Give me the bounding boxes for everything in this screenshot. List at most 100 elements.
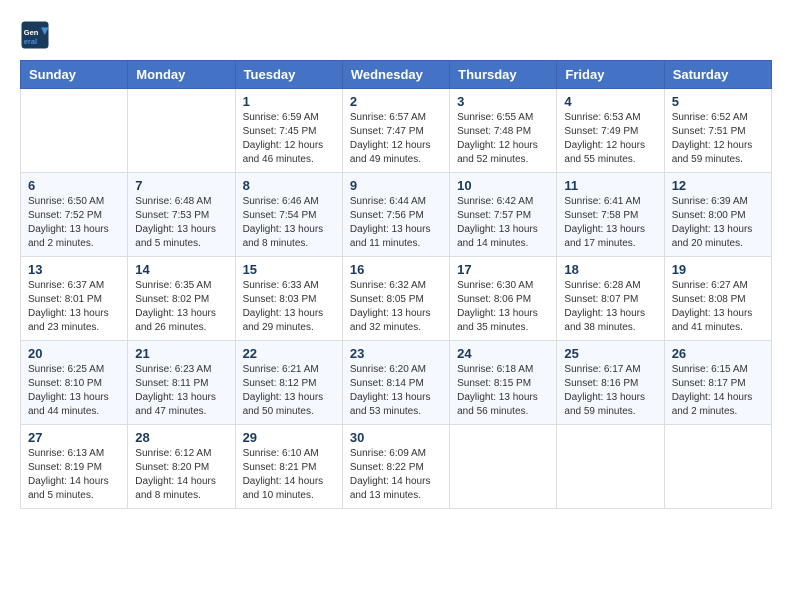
day-number: 20: [28, 346, 120, 361]
day-number: 14: [135, 262, 227, 277]
day-number: 23: [350, 346, 442, 361]
calendar-week-row: 1 Sunrise: 6:59 AM Sunset: 7:45 PM Daylig…: [21, 89, 772, 173]
logo-icon: Gen eral: [20, 20, 50, 50]
calendar-cell: 2 Sunrise: 6:57 AM Sunset: 7:47 PM Daylig…: [342, 89, 449, 173]
day-info: Sunrise: 6:42 AM Sunset: 7:57 PM Dayligh…: [457, 195, 549, 251]
weekday-header-monday: Monday: [128, 61, 235, 89]
day-info: Sunrise: 6:57 AM Sunset: 7:47 PM Dayligh…: [350, 111, 442, 167]
day-number: 19: [672, 262, 764, 277]
day-number: 26: [672, 346, 764, 361]
calendar-cell: 20Sunrise: 6:25 AM Sunset: 8:10 PM Dayli…: [21, 341, 128, 425]
day-info: Sunrise: 6:20 AM Sunset: 8:14 PM Dayligh…: [350, 363, 442, 419]
day-info: Sunrise: 6:27 AM Sunset: 8:08 PM Dayligh…: [672, 279, 764, 335]
calendar-cell: 18 Sunrise: 6:28 AM Sunset: 8:07 PM Dayli…: [557, 257, 664, 341]
day-number: 25: [564, 346, 656, 361]
day-number: 16: [350, 262, 442, 277]
day-info: Sunrise: 6:35 AM Sunset: 8:02 PM Dayligh…: [135, 279, 227, 335]
calendar-cell: 30 Sunrise: 6:09 AM Sunset: 8:22 PM Dayli…: [342, 425, 449, 509]
day-number: 11: [564, 178, 656, 193]
day-info: Sunrise: 6:17 AM Sunset: 8:16 PM Dayligh…: [564, 363, 656, 419]
day-number: 8: [243, 178, 335, 193]
calendar-cell: 6 Sunrise: 6:50 AM Sunset: 7:52 PM Daylig…: [21, 173, 128, 257]
calendar-cell: [557, 425, 664, 509]
calendar-cell: 27 Sunrise: 6:13 AM Sunset: 8:19 PM Dayli…: [21, 425, 128, 509]
calendar-cell: 24 Sunrise: 6:18 AM Sunset: 8:15 PM Dayli…: [450, 341, 557, 425]
svg-text:Gen: Gen: [24, 28, 39, 37]
day-info: Sunrise: 6:37 AM Sunset: 8:01 PM Dayligh…: [28, 279, 120, 335]
calendar-cell: 16 Sunrise: 6:32 AM Sunset: 8:05 PM Dayli…: [342, 257, 449, 341]
calendar-cell: 23 Sunrise: 6:20 AM Sunset: 8:14 PM Dayli…: [342, 341, 449, 425]
day-number: 21: [135, 346, 227, 361]
day-number: 2: [350, 94, 442, 109]
calendar-cell: 19 Sunrise: 6:27 AM Sunset: 8:08 PM Dayli…: [664, 257, 771, 341]
day-number: 18: [564, 262, 656, 277]
calendar-cell: 13 Sunrise: 6:37 AM Sunset: 8:01 PM Dayli…: [21, 257, 128, 341]
calendar-header-row: SundayMondayTuesdayWednesdayThursdayFrid…: [21, 61, 772, 89]
weekday-header-friday: Friday: [557, 61, 664, 89]
calendar-cell: [21, 89, 128, 173]
day-info: Sunrise: 6:53 AM Sunset: 7:49 PM Dayligh…: [564, 111, 656, 167]
calendar-cell: 17 Sunrise: 6:30 AM Sunset: 8:06 PM Dayli…: [450, 257, 557, 341]
weekday-header-wednesday: Wednesday: [342, 61, 449, 89]
calendar-cell: [128, 89, 235, 173]
day-info: Sunrise: 6:33 AM Sunset: 8:03 PM Dayligh…: [243, 279, 335, 335]
calendar-cell: 7Sunrise: 6:48 AM Sunset: 7:53 PM Daylig…: [128, 173, 235, 257]
day-info: Sunrise: 6:21 AM Sunset: 8:12 PM Dayligh…: [243, 363, 335, 419]
day-number: 12: [672, 178, 764, 193]
calendar-cell: [664, 425, 771, 509]
calendar-week-row: 20Sunrise: 6:25 AM Sunset: 8:10 PM Dayli…: [21, 341, 772, 425]
calendar-cell: 3Sunrise: 6:55 AM Sunset: 7:48 PM Daylig…: [450, 89, 557, 173]
day-number: 30: [350, 430, 442, 445]
day-number: 28: [135, 430, 227, 445]
calendar-week-row: 27 Sunrise: 6:13 AM Sunset: 8:19 PM Dayli…: [21, 425, 772, 509]
day-number: 15: [243, 262, 335, 277]
day-info: Sunrise: 6:30 AM Sunset: 8:06 PM Dayligh…: [457, 279, 549, 335]
day-info: Sunrise: 6:50 AM Sunset: 7:52 PM Dayligh…: [28, 195, 120, 251]
day-info: Sunrise: 6:28 AM Sunset: 8:07 PM Dayligh…: [564, 279, 656, 335]
calendar-cell: 10 Sunrise: 6:42 AM Sunset: 7:57 PM Dayli…: [450, 173, 557, 257]
calendar-cell: 29 Sunrise: 6:10 AM Sunset: 8:21 PM Dayli…: [235, 425, 342, 509]
day-info: Sunrise: 6:39 AM Sunset: 8:00 PM Dayligh…: [672, 195, 764, 251]
calendar-cell: 12 Sunrise: 6:39 AM Sunset: 8:00 PM Dayli…: [664, 173, 771, 257]
day-number: 24: [457, 346, 549, 361]
weekday-header-tuesday: Tuesday: [235, 61, 342, 89]
calendar-cell: 11Sunrise: 6:41 AM Sunset: 7:58 PM Dayli…: [557, 173, 664, 257]
day-info: Sunrise: 6:32 AM Sunset: 8:05 PM Dayligh…: [350, 279, 442, 335]
day-number: 27: [28, 430, 120, 445]
svg-text:eral: eral: [24, 37, 37, 46]
calendar-cell: 8Sunrise: 6:46 AM Sunset: 7:54 PM Daylig…: [235, 173, 342, 257]
day-number: 5: [672, 94, 764, 109]
day-info: Sunrise: 6:48 AM Sunset: 7:53 PM Dayligh…: [135, 195, 227, 251]
calendar-cell: 26Sunrise: 6:15 AM Sunset: 8:17 PM Dayli…: [664, 341, 771, 425]
day-number: 10: [457, 178, 549, 193]
day-number: 29: [243, 430, 335, 445]
calendar-cell: 5Sunrise: 6:52 AM Sunset: 7:51 PM Daylig…: [664, 89, 771, 173]
weekday-header-sunday: Sunday: [21, 61, 128, 89]
day-number: 22: [243, 346, 335, 361]
day-info: Sunrise: 6:12 AM Sunset: 8:20 PM Dayligh…: [135, 447, 227, 503]
calendar-cell: 25 Sunrise: 6:17 AM Sunset: 8:16 PM Dayli…: [557, 341, 664, 425]
logo: Gen eral: [20, 20, 54, 50]
day-number: 17: [457, 262, 549, 277]
calendar-cell: 9Sunrise: 6:44 AM Sunset: 7:56 PM Daylig…: [342, 173, 449, 257]
day-number: 4: [564, 94, 656, 109]
day-number: 1: [243, 94, 335, 109]
calendar-cell: 22 Sunrise: 6:21 AM Sunset: 8:12 PM Dayli…: [235, 341, 342, 425]
calendar-cell: 15 Sunrise: 6:33 AM Sunset: 8:03 PM Dayli…: [235, 257, 342, 341]
day-number: 13: [28, 262, 120, 277]
day-info: Sunrise: 6:13 AM Sunset: 8:19 PM Dayligh…: [28, 447, 120, 503]
day-info: Sunrise: 6:09 AM Sunset: 8:22 PM Dayligh…: [350, 447, 442, 503]
day-number: 6: [28, 178, 120, 193]
calendar-cell: 4 Sunrise: 6:53 AM Sunset: 7:49 PM Daylig…: [557, 89, 664, 173]
calendar-cell: [450, 425, 557, 509]
weekday-header-thursday: Thursday: [450, 61, 557, 89]
day-info: Sunrise: 6:10 AM Sunset: 8:21 PM Dayligh…: [243, 447, 335, 503]
calendar-week-row: 13 Sunrise: 6:37 AM Sunset: 8:01 PM Dayli…: [21, 257, 772, 341]
day-info: Sunrise: 6:18 AM Sunset: 8:15 PM Dayligh…: [457, 363, 549, 419]
calendar-cell: 21Sunrise: 6:23 AM Sunset: 8:11 PM Dayli…: [128, 341, 235, 425]
day-number: 3: [457, 94, 549, 109]
calendar-week-row: 6 Sunrise: 6:50 AM Sunset: 7:52 PM Daylig…: [21, 173, 772, 257]
day-info: Sunrise: 6:59 AM Sunset: 7:45 PM Dayligh…: [243, 111, 335, 167]
calendar-cell: 14 Sunrise: 6:35 AM Sunset: 8:02 PM Dayli…: [128, 257, 235, 341]
day-info: Sunrise: 6:44 AM Sunset: 7:56 PM Dayligh…: [350, 195, 442, 251]
